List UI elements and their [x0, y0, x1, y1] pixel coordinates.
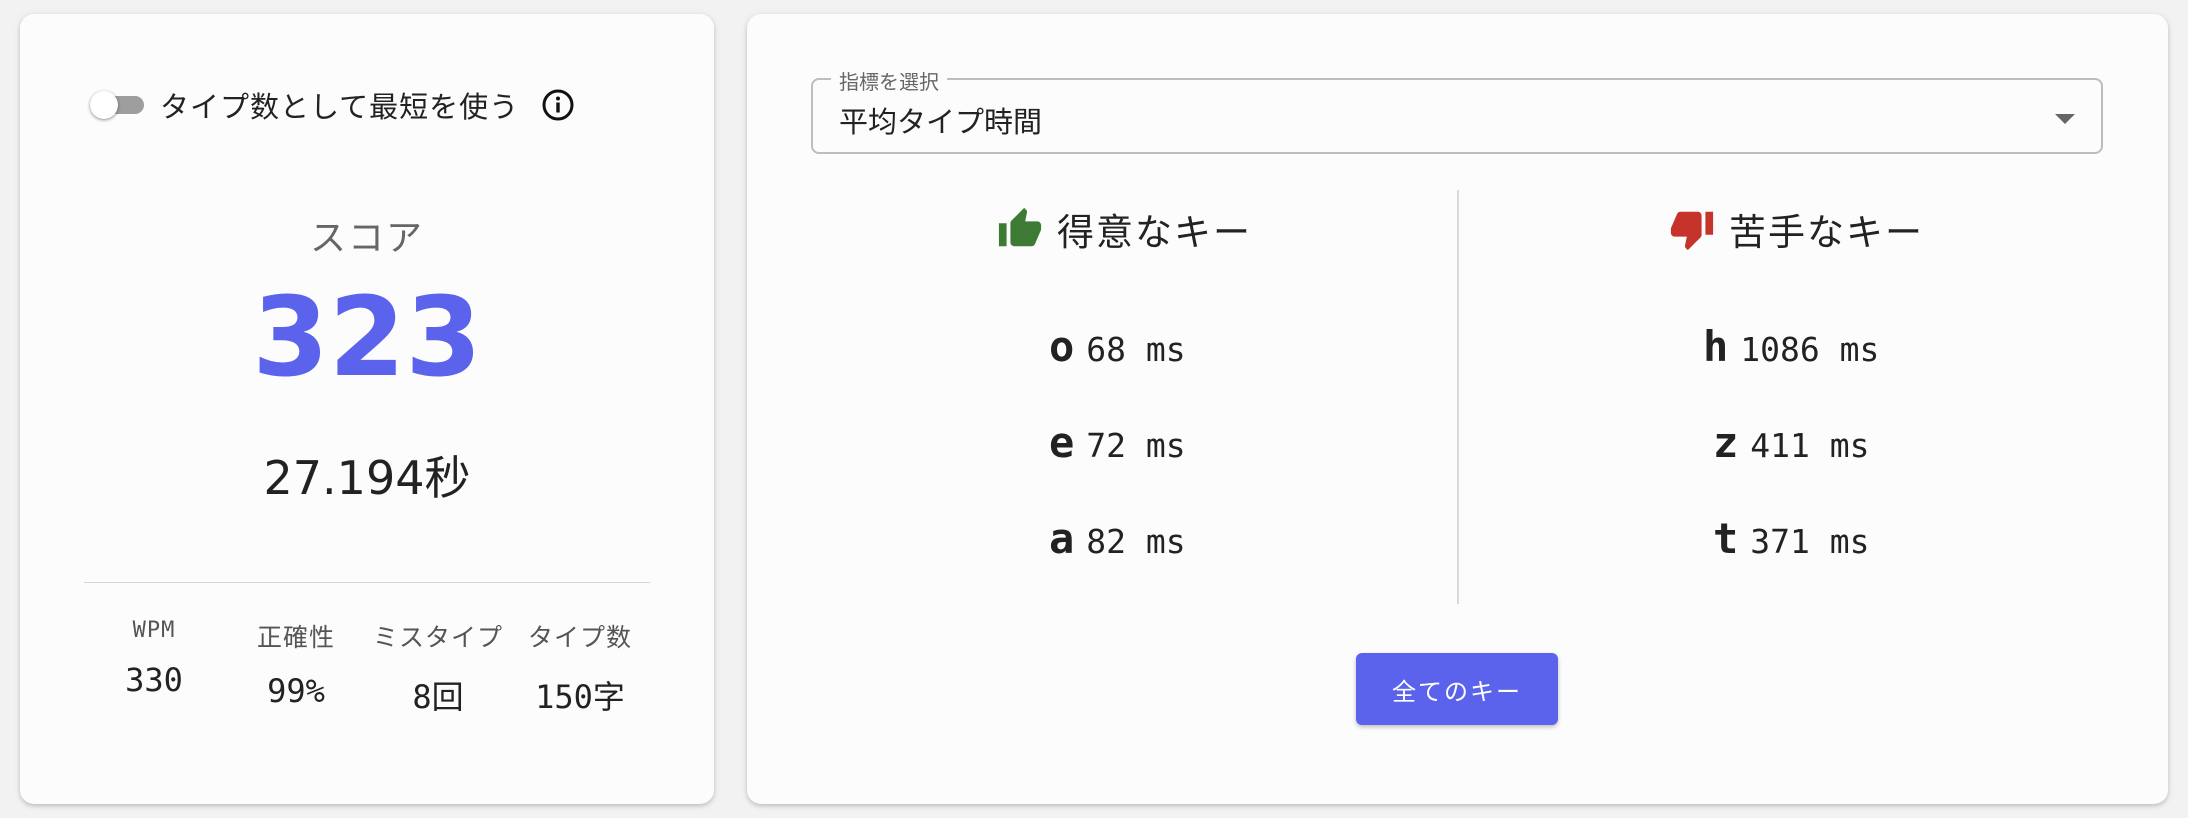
thumbs-up-icon: [998, 207, 1042, 247]
shortest-type-count-toggle[interactable]: [90, 88, 148, 122]
key-time: 371 ms: [1750, 522, 1870, 561]
key-char: a: [1049, 514, 1075, 563]
stats-row: WPM 330 正確性 99% ミスタイプ 8回 タイプ数 150字: [84, 618, 650, 718]
stat-label: ミスタイプ: [372, 623, 503, 652]
info-icon[interactable]: [541, 88, 575, 122]
key-char: e: [1049, 418, 1075, 467]
good-key-row: a 82 ms: [1049, 514, 1186, 563]
stat-label: タイプ数: [527, 623, 632, 652]
thumbs-down-icon: [1670, 211, 1714, 251]
dropdown-arrow-icon: [2055, 114, 2075, 124]
toggle-label: タイプ数として最短を使う: [160, 90, 520, 124]
select-value: 平均タイプ時間: [839, 105, 1043, 139]
shortest-type-count-toggle-row: タイプ数として最短を使う: [90, 84, 575, 126]
key-char: t: [1713, 514, 1739, 563]
key-time: 411 ms: [1750, 426, 1870, 465]
stat-mistypes: ミスタイプ 8回: [368, 618, 508, 718]
key-time: 72 ms: [1086, 426, 1186, 465]
stat-value: 150字: [535, 678, 625, 716]
metric-select[interactable]: 指標を選択 平均タイプ時間: [811, 66, 2103, 154]
key-time: 1086 ms: [1740, 330, 1880, 369]
bad-keys-heading: 苦手なキー: [1669, 202, 1924, 256]
good-keys-heading: 得意なキー: [997, 202, 1252, 256]
good-keys-title: 得意なキー: [1057, 211, 1252, 254]
key-char: z: [1713, 418, 1739, 467]
divider: [84, 582, 650, 583]
stat-accuracy: 正確性 99%: [226, 618, 366, 718]
key-time: 82 ms: [1086, 522, 1186, 561]
bad-key-row: h 1086 ms: [1703, 322, 1879, 371]
key-char: h: [1703, 322, 1729, 371]
good-key-row: o 68 ms: [1049, 322, 1186, 371]
stat-wpm: WPM 330: [84, 618, 224, 718]
key-analysis-card: 指標を選択 平均タイプ時間 得意なキー 苦手なキー o 68 ms e 72 m…: [747, 14, 2168, 804]
all-keys-button[interactable]: 全てのキー: [1356, 653, 1558, 725]
score-label: スコア: [309, 218, 424, 259]
score-value: 323: [252, 273, 482, 401]
bad-keys-title: 苦手なキー: [1729, 211, 1924, 254]
stat-label: WPM: [132, 618, 176, 643]
select-legend: 指標を選択: [831, 66, 947, 95]
column-divider: [1457, 190, 1459, 604]
good-key-row: e 72 ms: [1049, 418, 1186, 467]
stat-value: 8回: [412, 678, 464, 716]
stat-value: 99%: [267, 672, 325, 710]
key-char: o: [1049, 322, 1075, 371]
key-time: 68 ms: [1086, 330, 1186, 369]
bad-key-row: z 411 ms: [1713, 418, 1870, 467]
stat-label: 正確性: [256, 623, 335, 652]
elapsed-time: 27.194秒: [263, 451, 471, 505]
toggle-thumb: [90, 91, 118, 119]
stat-type-count: タイプ数 150字: [510, 618, 650, 718]
score-card: タイプ数として最短を使う スコア 323 27.194秒 WPM 330 正確性…: [20, 14, 714, 804]
bad-key-row: t 371 ms: [1713, 514, 1870, 563]
stat-value: 330: [125, 661, 183, 699]
